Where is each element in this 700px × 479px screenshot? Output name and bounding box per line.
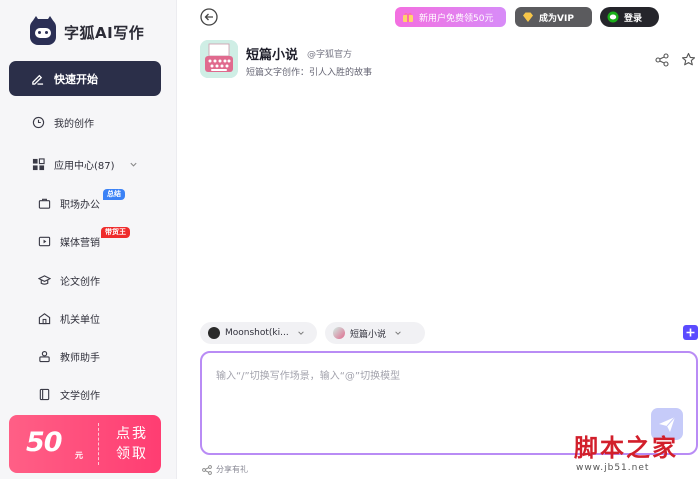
diamond-icon — [523, 12, 533, 22]
sidebar-item-label: 论文创作 — [60, 276, 100, 288]
pen-icon — [32, 74, 44, 85]
fox-robot-logo-icon — [30, 16, 56, 45]
book-icon — [39, 388, 50, 400]
sidebar-item-label: 应用中心(87) — [54, 160, 115, 172]
sidebar-item-label: 职场办公 — [60, 199, 100, 211]
app-author: @字狐官方 — [307, 50, 353, 60]
promo-unit: 元 — [75, 451, 83, 460]
badge-summary: 总结 — [103, 189, 125, 200]
model-selector-label: Moonshot(ki... — [225, 328, 289, 338]
moonshot-logo-icon — [208, 327, 220, 339]
become-vip-button[interactable]: 成为VIP — [515, 7, 592, 27]
app-description: 短篇文字创作：引人入胜的故事 — [246, 68, 373, 78]
sidebar: 字狐AI写作 快速开始 我的创作 应用中心(87) 职场办公 总结 媒体营销 带… — [0, 0, 177, 479]
building-icon — [38, 312, 51, 324]
sidebar-item-my-creations[interactable]: 我的创作 — [0, 107, 176, 137]
promo-claim-button[interactable]: 点我领取 — [109, 424, 155, 464]
scene-selector-label: 短篇小说 — [350, 329, 387, 340]
teacher-icon — [39, 350, 50, 362]
login-label: 登录 — [624, 13, 643, 24]
share-reward-label: 分享有礼 — [216, 465, 248, 474]
share-reward-link[interactable]: 分享有礼 — [202, 464, 248, 475]
new-user-gift-button[interactable]: 新用户免费领50元 — [395, 7, 506, 27]
grid-icon — [32, 157, 45, 170]
back-arrow-icon[interactable] — [200, 8, 218, 26]
graduation-cap-icon — [38, 274, 51, 285]
sidebar-item-office[interactable]: 职场办公 — [0, 188, 176, 218]
sidebar-item-label: 我的创作 — [54, 118, 94, 130]
badge-top-seller: 带货王 — [101, 227, 130, 238]
sidebar-item-government[interactable]: 机关单位 — [0, 303, 176, 333]
become-vip-label: 成为VIP — [539, 13, 574, 24]
sidebar-item-label: 媒体营销 — [60, 237, 100, 249]
sidebar-item-teacher[interactable]: 教师助手 — [0, 341, 176, 371]
promo-divider — [98, 423, 99, 465]
new-user-gift-label: 新用户免费领50元 — [419, 13, 494, 24]
chevron-down-icon — [129, 162, 137, 167]
typewriter-illustration-icon — [200, 40, 238, 78]
fox-ears-icon — [32, 16, 54, 22]
sidebar-item-literature[interactable]: 文学创作 — [0, 379, 176, 409]
watermark: 脚本之家 www.jb51.net — [560, 428, 700, 479]
star-icon[interactable] — [681, 52, 696, 67]
prompt-input[interactable] — [216, 367, 636, 437]
brand[interactable]: 字狐AI写作 — [30, 16, 145, 46]
sidebar-item-label: 机关单位 — [60, 314, 100, 326]
model-selector[interactable]: Moonshot(ki... — [200, 322, 317, 344]
sidebar-item-thesis[interactable]: 论文创作 — [0, 265, 176, 295]
share-icon[interactable] — [655, 53, 669, 67]
share-small-icon — [202, 464, 212, 475]
add-button[interactable] — [683, 325, 698, 340]
chevron-down-icon — [395, 331, 401, 335]
gift-icon — [403, 12, 413, 22]
promo-coupon-banner[interactable]: 50 元 点我领取 — [9, 415, 161, 473]
promo-amount: 50 — [26, 427, 63, 458]
watermark-title: 脚本之家 — [574, 433, 678, 462]
wechat-icon — [607, 11, 619, 23]
sidebar-item-app-center[interactable]: 应用中心(87) — [0, 149, 176, 179]
scene-selector[interactable]: 短篇小说 — [325, 322, 425, 344]
briefcase-icon — [38, 198, 51, 209]
watermark-url: www.jb51.net — [576, 463, 650, 473]
chevron-down-icon — [297, 331, 304, 335]
video-icon — [38, 236, 51, 246]
plus-icon — [686, 328, 695, 337]
sidebar-item-label: 文学创作 — [60, 390, 100, 402]
app-title: 短篇小说 — [246, 48, 299, 63]
sidebar-item-media-marketing[interactable]: 媒体营销 — [0, 226, 176, 256]
clock-icon — [32, 116, 45, 128]
scene-avatar-icon — [333, 327, 345, 339]
login-button[interactable]: 登录 — [600, 7, 659, 27]
quick-start-button[interactable]: 快速开始 — [9, 61, 161, 96]
brand-name: 字狐AI写作 — [64, 23, 145, 42]
app-avatar — [200, 40, 238, 78]
sidebar-item-label: 教师助手 — [60, 352, 100, 364]
quick-start-label: 快速开始 — [54, 72, 98, 86]
